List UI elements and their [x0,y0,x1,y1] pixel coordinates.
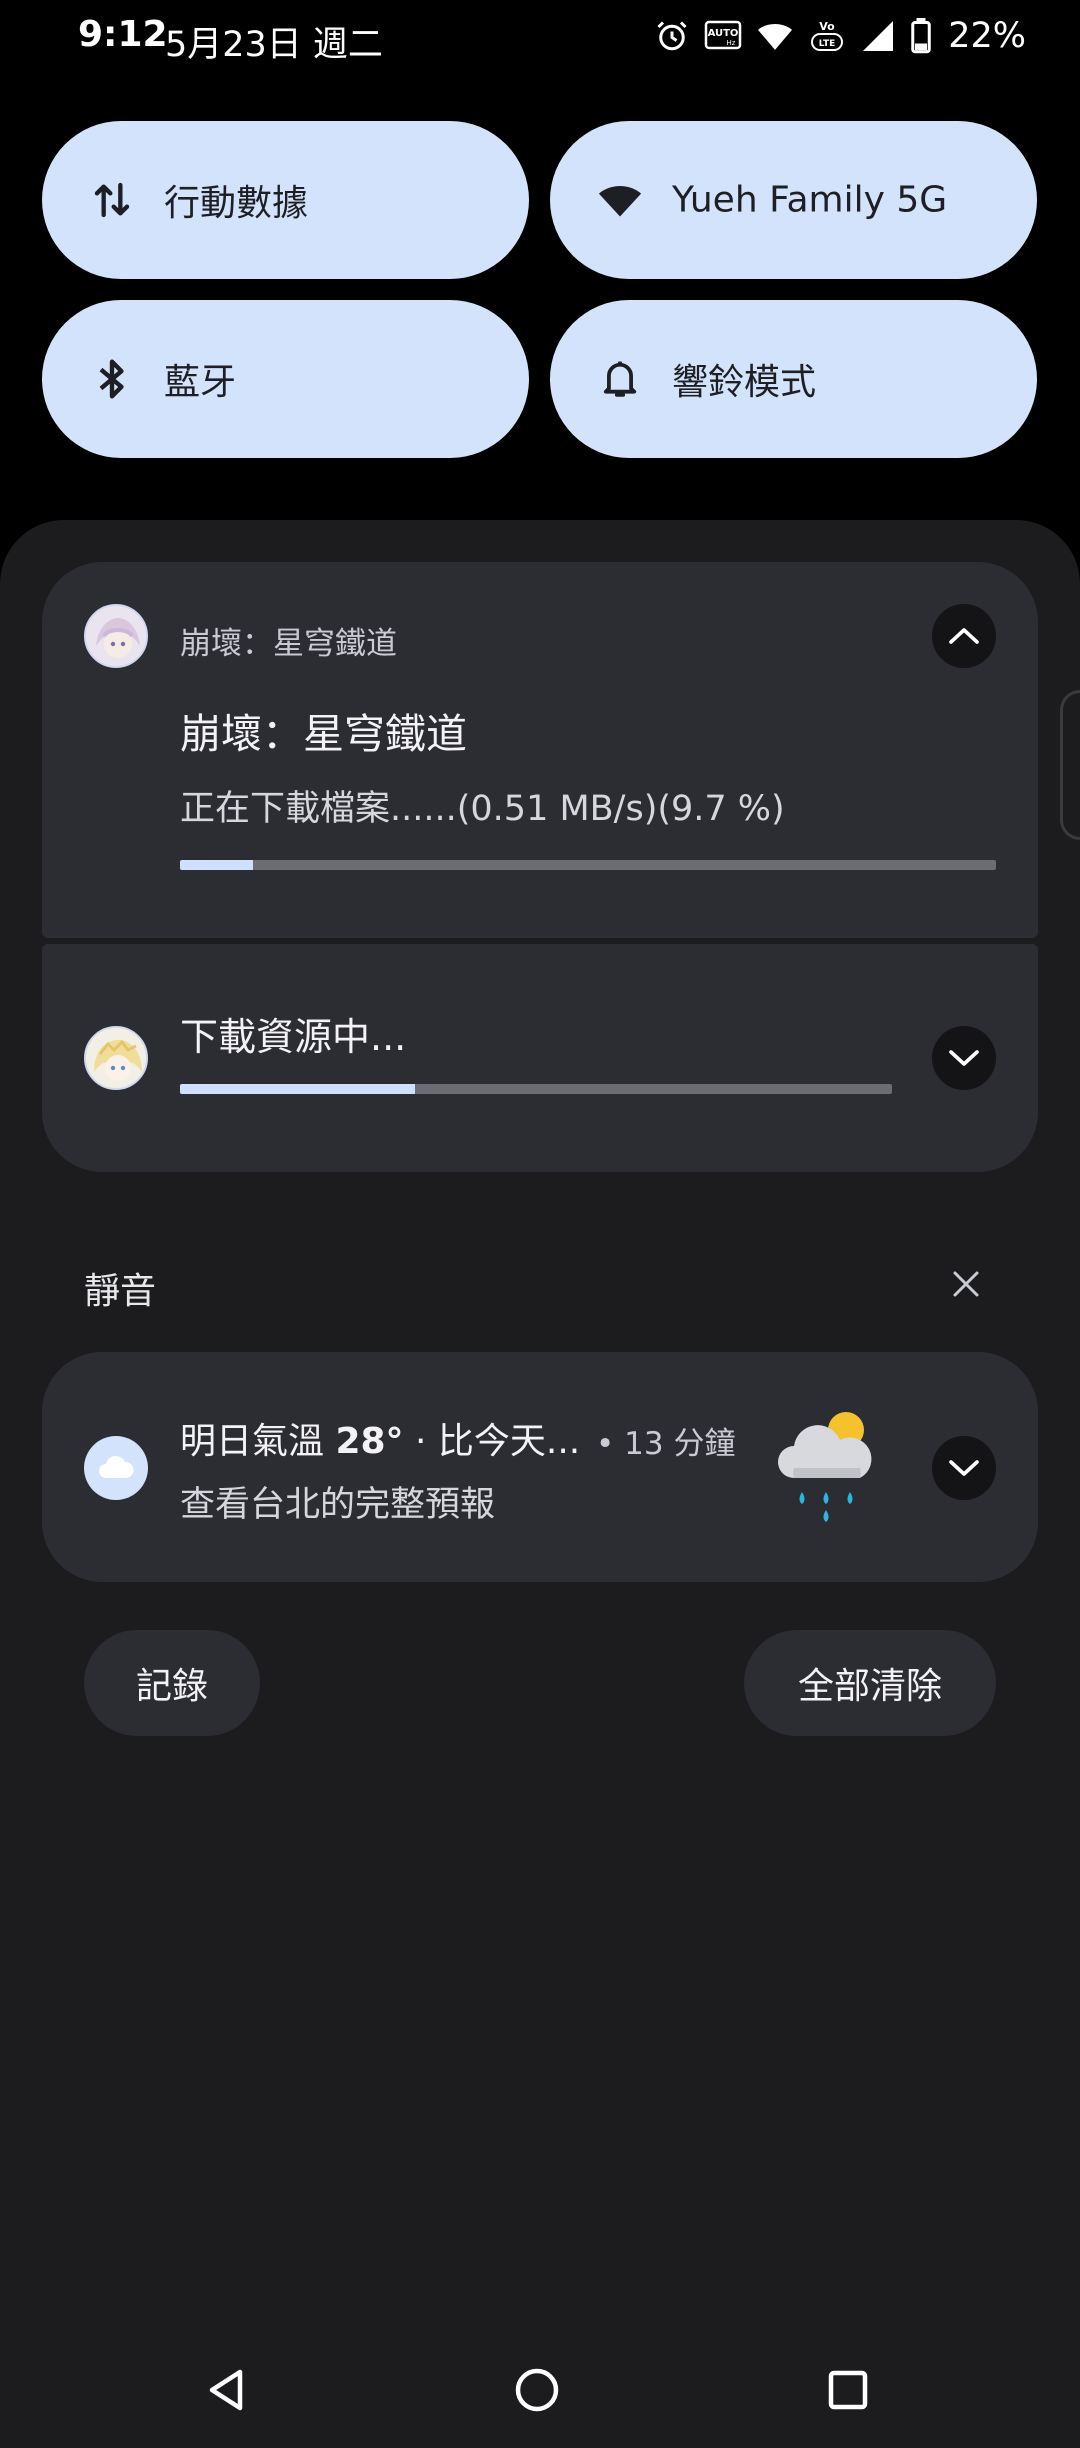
progress-fill [180,860,253,870]
weather-app-icon [84,1436,148,1500]
history-button[interactable]: 記錄 [84,1630,260,1736]
tile-ring-mode[interactable]: 響鈴模式 [550,300,1037,458]
notification-title: 崩壞：星穹鐵道 [180,710,467,758]
navigation-bar [0,2330,1080,2448]
svg-text:AUTO: AUTO [708,28,739,39]
tile-label: Yueh Family 5G [672,179,948,221]
status-icons: AUTO Hz Vo LTE 22% [654,16,1026,56]
alarm-icon [654,18,690,54]
signal-icon [860,18,896,54]
chevron-up-icon [949,628,979,644]
back-button[interactable] [194,2358,258,2422]
app-avatar-icon [84,1026,148,1090]
app-name: 崩壞：星穹鐵道 [180,626,397,662]
battery-percent: 22% [948,16,1026,56]
collapse-button[interactable] [932,604,996,668]
battery-icon [910,18,932,54]
weather-title: 明日氣溫 28° · 比今天... [180,1412,580,1464]
tile-bluetooth[interactable]: 藍牙 [42,300,529,458]
download-progress-bar [180,860,996,870]
rain-cloud-sun-icon [772,1400,884,1532]
tile-label: 藍牙 [164,362,237,403]
notification-text: 正在下載檔案......(0.51 MB/s)(9.7 %) [180,789,785,829]
weather-title-prefix: 明日氣溫 [180,1421,336,1462]
tile-label: 行動數據 [164,183,309,224]
home-button[interactable] [505,2358,569,2422]
notification-title: 下載資源中... [180,1015,407,1059]
weather-title-suffix: · 比今天... [403,1421,581,1462]
recents-button[interactable] [816,2358,880,2422]
section-title-silent: 靜音 [84,1271,157,1312]
back-icon [209,2369,243,2411]
weather-temperature: 28° [335,1421,404,1462]
recents-icon [828,2370,868,2410]
tile-label: 響鈴模式 [672,362,817,403]
tile-wifi[interactable]: Yueh Family 5G [550,121,1037,279]
svg-text:Vo: Vo [819,20,835,33]
volte-icon: Vo LTE [808,18,846,54]
progress-fill [180,1084,415,1094]
svg-text:Hz: Hz [727,39,736,47]
app-avatar-icon [84,604,148,668]
home-icon [515,2368,559,2412]
chevron-down-icon [949,1460,979,1476]
bluetooth-icon [90,357,134,401]
resource-progress-bar [180,1084,892,1094]
mobile-data-icon [90,178,134,222]
chevron-down-icon [949,1050,979,1066]
status-bar: 9:12 5月23日 週二 AUTO Hz Vo LTE 22% [0,0,1080,80]
wifi-icon [598,178,642,222]
status-time: 9:12 [78,14,168,55]
status-date: 5月23日 週二 [165,25,383,65]
svg-text:LTE: LTE [819,39,836,49]
clear-all-button[interactable]: 全部清除 [744,1630,996,1736]
dismiss-silent-button[interactable] [944,1262,988,1306]
auto-hz-icon: AUTO Hz [704,19,742,53]
wifi-icon [756,19,794,53]
close-icon [953,1271,979,1297]
expand-button[interactable] [932,1026,996,1090]
notification-time: • 13 分鐘 [596,1426,736,1462]
weather-subtitle: 查看台北的完整預報 [180,1485,496,1525]
scroll-handle[interactable] [1060,690,1080,840]
bell-icon [598,357,642,401]
notification-card-weather[interactable] [42,1352,1038,1582]
expand-button[interactable] [932,1436,996,1500]
tile-mobile-data[interactable]: 行動數據 [42,121,529,279]
